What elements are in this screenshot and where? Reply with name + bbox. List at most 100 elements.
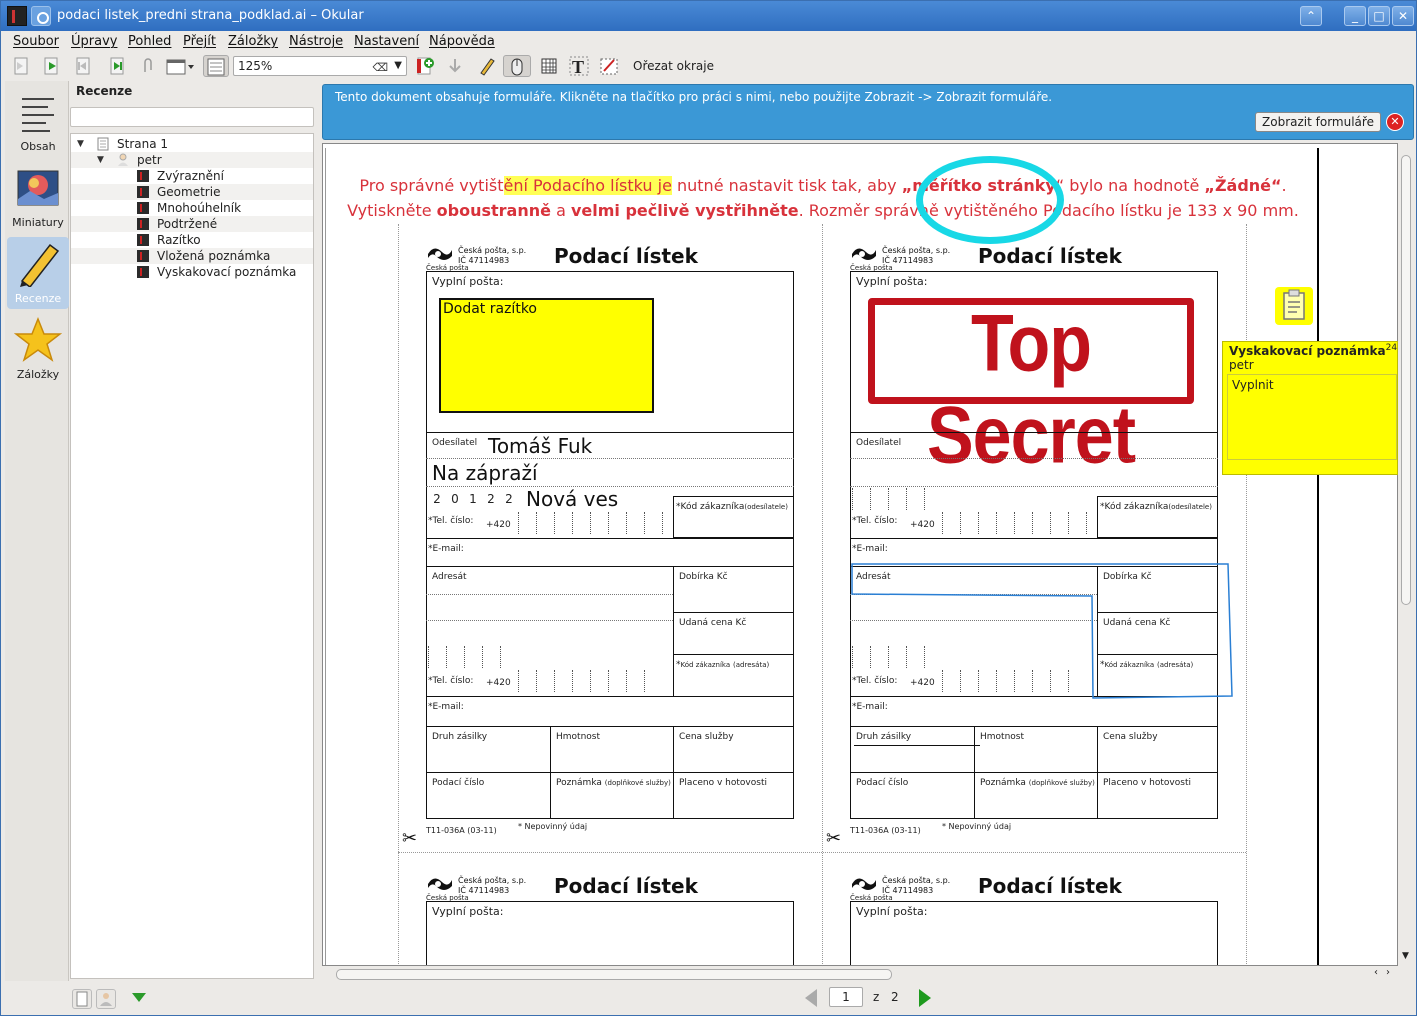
group-by-page-icon[interactable] [72, 989, 92, 1009]
close-message-icon[interactable]: ✕ [1386, 113, 1404, 131]
menu-go[interactable]: Přejít [183, 31, 216, 53]
main-toolbar: 125% ⌫ ▼ T Ořezat okraje [1, 53, 1416, 79]
last-page-icon[interactable] [105, 55, 129, 77]
slip-bottom-left: Česká pošta, s.p. IČ 47114983 Česká pošta… [426, 874, 794, 965]
sender-city[interactable]: Nová ves [526, 487, 618, 511]
sender-zip[interactable]: 20122 [428, 492, 518, 506]
menu-help[interactable]: Nápověda [429, 31, 495, 53]
minimize-button[interactable]: _ [1344, 6, 1366, 26]
menu-tools[interactable]: Nástroje [289, 31, 343, 53]
table-select-icon[interactable] [537, 55, 561, 77]
pin-icon[interactable] [31, 6, 51, 26]
page-navigator: 1 z 2 [801, 986, 951, 1010]
reviews-search-input[interactable] [70, 107, 314, 127]
tree-row-annotation[interactable]: Geometrie [71, 184, 313, 200]
continuous-icon[interactable] [203, 55, 229, 77]
slip-bottom-right: Česká pošta, s.p. IČ 47114983 Česká pošta… [850, 874, 1218, 965]
popup-note-icon[interactable] [1275, 287, 1313, 325]
sender-name[interactable]: Tomáš Fuk [488, 434, 592, 458]
document-view[interactable]: Pro správné vytištění Podacího lístku je… [322, 143, 1398, 966]
horizontal-scroll-thumb[interactable] [336, 969, 892, 980]
thumbnails-icon [17, 170, 59, 206]
chevron-down-icon[interactable]: ▼ [394, 57, 402, 75]
group-by-author-icon[interactable] [96, 989, 116, 1009]
popup-note-author: petr [1229, 358, 1254, 372]
scroll-down-icon[interactable]: ▼ [1402, 951, 1409, 961]
menu-settings[interactable]: Nastavení [354, 31, 419, 53]
scroll-right-icon[interactable]: › [1386, 967, 1390, 978]
clear-icon[interactable]: ⌫ [372, 59, 388, 77]
dock-reviews[interactable]: Recenze [7, 237, 69, 309]
instruction-line-1: Pro správné vytištění Podacího lístku je… [359, 176, 1287, 195]
pen-icon[interactable] [475, 55, 499, 77]
title-bar: podaci listek_predni strana_podklad.ai –… [1, 1, 1416, 31]
page-number-input[interactable]: 1 [829, 987, 863, 1007]
popup-note[interactable]: Vyskakovací poznámka24 petr Vyplnit [1222, 341, 1398, 475]
crop-margins-button[interactable]: Ořezat okraje [633, 59, 714, 73]
polygon-annotation[interactable] [850, 562, 1234, 704]
vertical-scroll-thumb[interactable] [1401, 155, 1411, 605]
tree-row-author[interactable]: ▼ petr [71, 152, 313, 168]
menu-bookmarks[interactable]: Záložky [228, 31, 278, 53]
pencil-icon [20, 243, 60, 289]
tree-row-annotation[interactable]: Mnohoúhelník [71, 200, 313, 216]
view-mode-icon[interactable] [163, 55, 194, 77]
menu-file[interactable]: Soubor [13, 31, 59, 53]
tree-row-annotation[interactable]: Vyskakovací poznámka [71, 264, 313, 280]
browse-icon[interactable] [503, 55, 531, 77]
stamp-annotation[interactable]: Dodat razítko [439, 298, 654, 413]
dock-contents[interactable]: Obsah [7, 85, 69, 157]
filter-down-icon[interactable] [132, 993, 146, 1002]
first-page-icon[interactable] [71, 55, 95, 77]
download-icon[interactable] [443, 55, 467, 77]
review-icon[interactable] [597, 55, 621, 77]
dock-bookmarks[interactable]: Záložky [7, 313, 69, 385]
instruction-line-2: Vytiskněte oboustranně a velmi pečlivě v… [347, 201, 1299, 220]
highlight-annotation[interactable]: ění Podacího lístku je [503, 176, 672, 195]
close-button[interactable]: ✕ [1392, 6, 1414, 26]
tree-row-annotation[interactable]: Razítko [71, 232, 313, 248]
attachment-icon[interactable] [135, 55, 159, 77]
annotation-icon [137, 250, 149, 262]
popup-note-textarea[interactable]: Vyplnit [1227, 374, 1397, 460]
zoom-combo[interactable]: 125% ⌫ ▼ [233, 56, 407, 76]
menu-view[interactable]: Pohled [128, 31, 171, 53]
expand-icon[interactable]: ▼ [97, 152, 104, 168]
tree-row-annotation[interactable]: Vložená poznámka [71, 248, 313, 264]
window-title: podaci listek_predni strana_podklad.ai –… [57, 8, 364, 23]
okular-app-icon[interactable] [7, 6, 27, 26]
maximize-button[interactable]: □ [1368, 6, 1390, 26]
underline-annotation[interactable] [854, 745, 980, 746]
annotation-icon [137, 234, 149, 246]
page-total: 2 [891, 990, 899, 1004]
text-select-icon[interactable]: T [567, 55, 591, 77]
show-forms-button[interactable]: Zobrazit formuláře [1255, 112, 1381, 132]
ceska-posta-logo [852, 248, 876, 260]
cut-line [822, 224, 823, 965]
ellipse-annotation[interactable] [916, 156, 1064, 244]
horizontal-scrollbar[interactable]: ‹ › [322, 967, 1398, 982]
slip-title: Podací lístek [978, 874, 1122, 898]
next-page-icon[interactable] [39, 55, 63, 77]
scroll-left-icon[interactable]: ‹ [1374, 967, 1378, 978]
add-bookmark-icon[interactable] [413, 55, 437, 77]
tree-row-annotation[interactable]: Podtržené [71, 216, 313, 232]
tree-row-annotation[interactable]: Zvýraznění [71, 168, 313, 184]
expand-icon[interactable]: ▼ [77, 136, 84, 152]
sender-street[interactable]: Na zápraží [432, 461, 538, 485]
contents-icon [22, 98, 54, 132]
okular-window: podaci listek_predni strana_podklad.ai –… [0, 0, 1417, 1016]
prev-page-arrow-icon[interactable] [805, 989, 817, 1007]
slip-left: Česká pošta, s.p. IČ 47114983 Česká pošta… [402, 244, 794, 849]
dock-thumbnails[interactable]: Miniatury [7, 161, 69, 233]
cut-line [398, 224, 399, 965]
menu-edit[interactable]: Úpravy [71, 31, 117, 53]
vertical-scrollbar[interactable]: ▼ [1399, 143, 1414, 966]
previous-page-icon[interactable] [9, 55, 33, 77]
top-secret-stamp[interactable]: Top Secret [868, 298, 1194, 480]
scissors-icon: ✂ [402, 828, 418, 849]
slip-right: Česká pošta, s.p. IČ 47114983 Česká pošta… [826, 244, 1233, 849]
keep-above-button[interactable]: ⌃ [1300, 6, 1322, 26]
next-page-arrow-icon[interactable] [919, 989, 931, 1007]
tree-row-page[interactable]: ▼ Strana 1 [71, 136, 313, 152]
